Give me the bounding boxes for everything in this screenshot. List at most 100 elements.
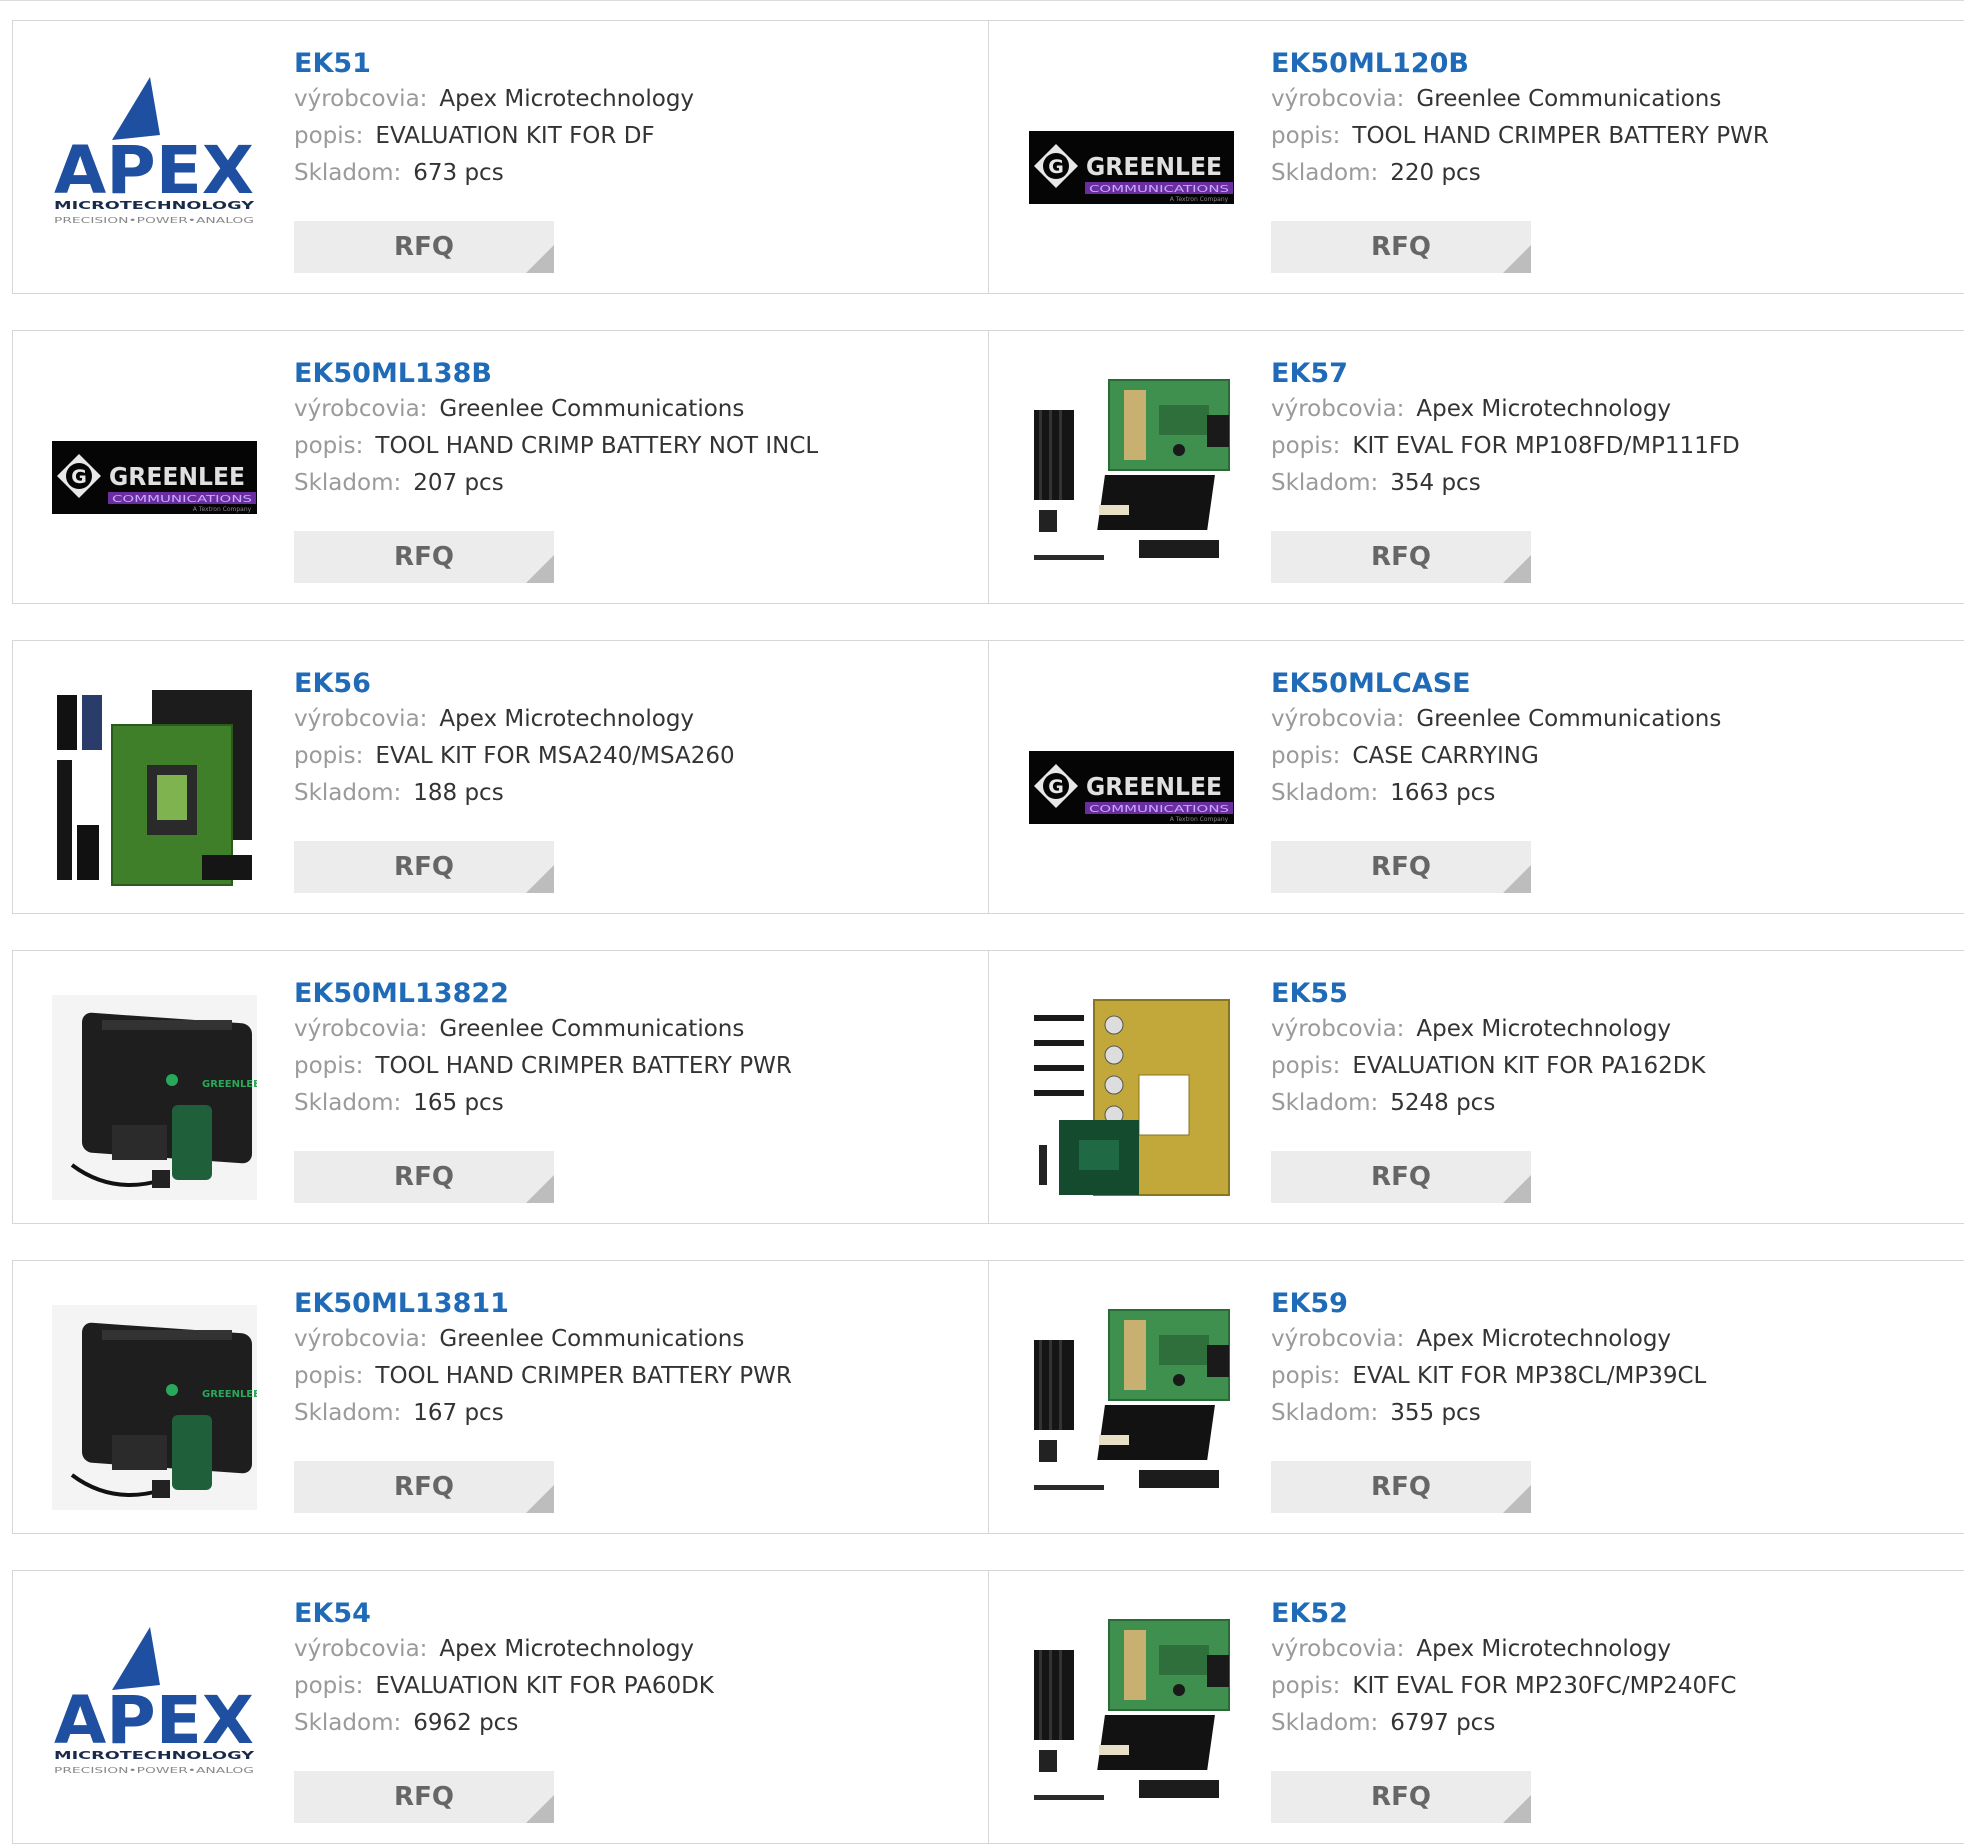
product-card: GREENLEE EK50ML13811 výrobcovia: Greenlee … — [13, 1261, 989, 1533]
product-name-link[interactable]: EK50ML120B — [1271, 47, 1769, 81]
stock-value: 167 pcs — [413, 1400, 504, 1426]
svg-text:A Textron Company: A Textron Company — [1170, 816, 1229, 823]
manufacturer-line: výrobcovia: Greenlee Communications — [294, 1011, 792, 1048]
manufacturer-label: výrobcovia: — [1271, 396, 1405, 422]
description-line: popis: CASE CARRYING — [1271, 738, 1721, 775]
product-name-link[interactable]: EK50MLCASE — [1271, 667, 1721, 701]
stock-value: 165 pcs — [413, 1090, 504, 1116]
corner-triangle-icon — [1503, 1175, 1531, 1203]
description-value: TOOL HAND CRIMPER BATTERY PWR — [375, 1053, 792, 1079]
stock-line: Skladom: 5248 pcs — [1271, 1085, 1706, 1122]
stock-label: Skladom: — [1271, 1090, 1379, 1116]
stock-value: 207 pcs — [413, 470, 504, 496]
svg-text:PRECISION•POWER•ANALOG: PRECISION•POWER•ANALOG — [54, 216, 254, 225]
stock-line: Skladom: 188 pcs — [294, 775, 735, 812]
rfq-button[interactable]: RFQ — [1271, 1151, 1531, 1203]
manufacturer-label: výrobcovia: — [1271, 1326, 1405, 1352]
greenlee-logo-icon[interactable]: G GREENLEE COMMUNICATIONS A Textron Comp… — [52, 375, 257, 580]
svg-text:A Textron Company: A Textron Company — [1170, 196, 1229, 203]
apex-logo-icon[interactable]: APEX MICROTECHNOLOGY PRECISION•POWER•ANA… — [52, 65, 257, 270]
manufacturer-value: Apex Microtechnology — [1416, 396, 1672, 422]
rfq-button[interactable]: RFQ — [294, 1461, 554, 1513]
eval-board-perfboard-icon[interactable] — [1029, 995, 1234, 1200]
corner-triangle-icon — [1503, 1485, 1531, 1513]
description-label: popis: — [294, 1363, 364, 1389]
svg-text:MICROTECHNOLOGY: MICROTECHNOLOGY — [54, 1749, 256, 1762]
rfq-button[interactable]: RFQ — [294, 531, 554, 583]
stock-line: Skladom: 6797 pcs — [1271, 1705, 1736, 1742]
rfq-button[interactable]: RFQ — [1271, 1771, 1531, 1823]
stock-line: Skladom: 673 pcs — [294, 155, 694, 192]
product-name-link[interactable]: EK50ML13822 — [294, 977, 792, 1011]
eval-board-large-icon[interactable] — [52, 685, 257, 890]
product-name-link[interactable]: EK51 — [294, 47, 694, 81]
manufacturer-line: výrobcovia: Greenlee Communications — [294, 391, 818, 428]
corner-triangle-icon — [526, 1175, 554, 1203]
description-line: popis: TOOL HAND CRIMP BATTERY NOT INCL — [294, 428, 818, 465]
manufacturer-line: výrobcovia: Apex Microtechnology — [294, 701, 735, 738]
rfq-button[interactable]: RFQ — [294, 1151, 554, 1203]
corner-triangle-icon — [1503, 245, 1531, 273]
product-name-link[interactable]: EK59 — [1271, 1287, 1706, 1321]
product-card: APEX MICROTECHNOLOGY PRECISION•POWER•ANA… — [13, 1571, 989, 1843]
rfq-button[interactable]: RFQ — [294, 841, 554, 893]
product-name-link[interactable]: EK55 — [1271, 977, 1706, 1011]
stock-value: 188 pcs — [413, 780, 504, 806]
stock-label: Skladom: — [294, 1710, 402, 1736]
manufacturer-value: Apex Microtechnology — [1416, 1636, 1672, 1662]
manufacturer-label: výrobcovia: — [294, 706, 428, 732]
rfq-button[interactable]: RFQ — [1271, 1461, 1531, 1513]
product-name-link[interactable]: EK54 — [294, 1597, 714, 1631]
description-label: popis: — [294, 743, 364, 769]
manufacturer-label: výrobcovia: — [294, 86, 428, 112]
stock-line: Skladom: 207 pcs — [294, 465, 818, 502]
manufacturer-label: výrobcovia: — [1271, 86, 1405, 112]
stock-value: 354 pcs — [1390, 470, 1481, 496]
svg-text:COMMUNICATIONS: COMMUNICATIONS — [1089, 804, 1229, 815]
stock-line: Skladom: 167 pcs — [294, 1395, 792, 1432]
greenlee-logo-icon[interactable]: G GREENLEE COMMUNICATIONS A Textron Comp… — [1029, 65, 1234, 270]
rfq-button[interactable]: RFQ — [294, 221, 554, 273]
product-card: EK59 výrobcovia: Apex Microtechnology popis… — [990, 1261, 1964, 1533]
stock-value: 1663 pcs — [1390, 780, 1496, 806]
product-info: EK59 výrobcovia: Apex Microtechnology popis… — [1271, 1287, 1706, 1432]
product-card: EK52 výrobcovia: Apex Microtechnology popis… — [990, 1571, 1964, 1843]
eval-board-heatsink-icon[interactable] — [1029, 1615, 1234, 1820]
rfq-button[interactable]: RFQ — [1271, 841, 1531, 893]
rfq-button[interactable]: RFQ — [294, 1771, 554, 1823]
product-name-link[interactable]: EK50ML13811 — [294, 1287, 792, 1321]
product-name-link[interactable]: EK57 — [1271, 357, 1740, 391]
product-card: EK56 výrobcovia: Apex Microtechnology popis… — [13, 641, 989, 913]
product-row: APEX MICROTECHNOLOGY PRECISION•POWER•ANA… — [12, 20, 1964, 294]
rfq-button[interactable]: RFQ — [1271, 531, 1531, 583]
manufacturer-value: Apex Microtechnology — [439, 706, 695, 732]
description-label: popis: — [1271, 433, 1341, 459]
stock-label: Skladom: — [1271, 470, 1379, 496]
product-name-link[interactable]: EK50ML138B — [294, 357, 818, 391]
product-name-link[interactable]: EK56 — [294, 667, 735, 701]
crimper-kit-case-icon[interactable]: GREENLEE — [52, 995, 257, 1200]
product-card: GREENLEE EK50ML13822 výrobcovia: Greenlee … — [13, 951, 989, 1223]
manufacturer-line: výrobcovia: Apex Microtechnology — [1271, 1631, 1736, 1668]
eval-board-heatsink-icon[interactable] — [1029, 375, 1234, 580]
description-label: popis: — [294, 1673, 364, 1699]
svg-text:A Textron Company: A Textron Company — [193, 506, 252, 513]
stock-value: 5248 pcs — [1390, 1090, 1496, 1116]
manufacturer-value: Apex Microtechnology — [439, 86, 695, 112]
rfq-label: RFQ — [394, 1782, 454, 1812]
manufacturer-line: výrobcovia: Apex Microtechnology — [1271, 1011, 1706, 1048]
description-line: popis: EVAL KIT FOR MSA240/MSA260 — [294, 738, 735, 775]
rfq-button[interactable]: RFQ — [1271, 221, 1531, 273]
manufacturer-line: výrobcovia: Apex Microtechnology — [294, 1631, 714, 1668]
greenlee-logo-icon[interactable]: G GREENLEE COMMUNICATIONS A Textron Comp… — [1029, 685, 1234, 890]
eval-board-heatsink-icon[interactable] — [1029, 1305, 1234, 1510]
product-info: EK54 výrobcovia: Apex Microtechnology popis… — [294, 1597, 714, 1742]
rfq-label: RFQ — [1371, 1782, 1431, 1812]
product-name-link[interactable]: EK52 — [1271, 1597, 1736, 1631]
stock-label: Skladom: — [1271, 160, 1379, 186]
manufacturer-value: Apex Microtechnology — [1416, 1016, 1672, 1042]
rfq-label: RFQ — [394, 1162, 454, 1192]
stock-value: 6962 pcs — [413, 1710, 519, 1736]
apex-logo-icon[interactable]: APEX MICROTECHNOLOGY PRECISION•POWER•ANA… — [52, 1615, 257, 1820]
crimper-kit-case-icon[interactable]: GREENLEE — [52, 1305, 257, 1510]
